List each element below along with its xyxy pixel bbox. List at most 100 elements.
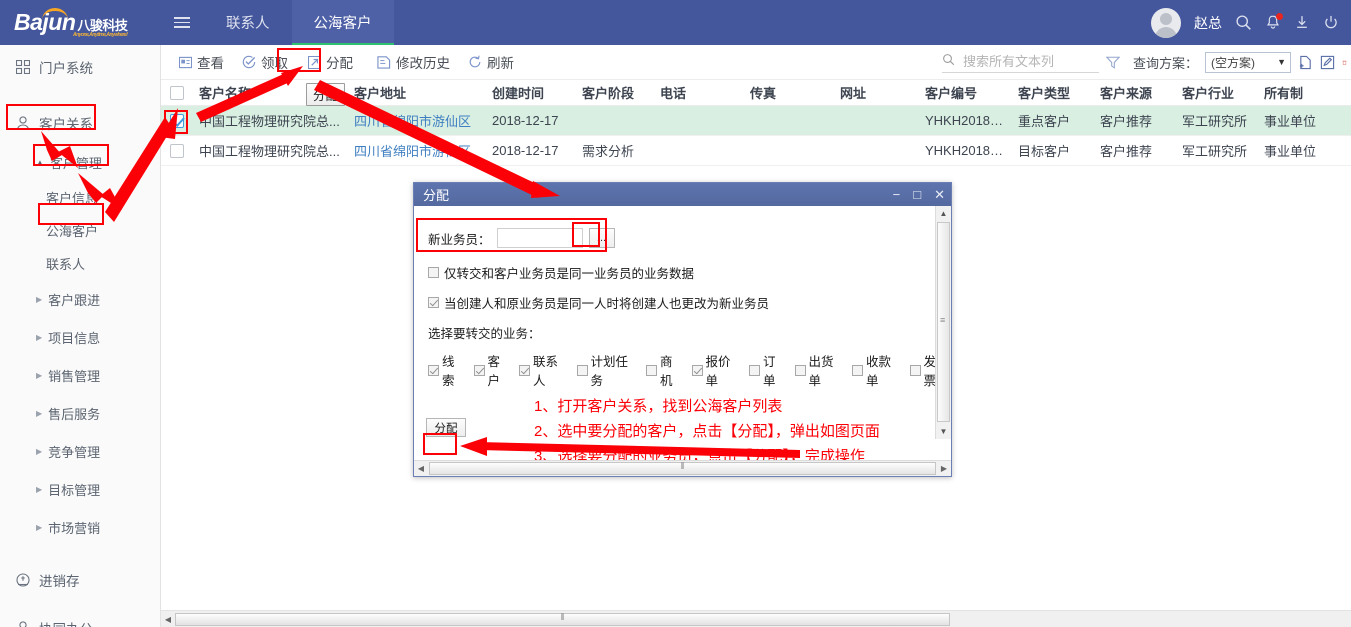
cell-stage: 需求分析 [582,144,635,159]
new-salesperson-picker-button[interactable]: ... [588,228,615,248]
app-logo[interactable]: Bajun 八骏科技 Anyone,Anytime,Anywhere! [0,0,160,45]
scroll-left-arrow[interactable]: ◀ [414,464,428,473]
download-icon[interactable] [1294,14,1310,31]
sidebar-item-after-sales[interactable]: ▶ 售后服务 [0,394,160,432]
sidebar-item-marketing[interactable]: ▶ 市场营销 [0,508,160,546]
checkbox[interactable] [428,364,439,376]
sidebar-item-public-sea-customers[interactable]: 公海客户 [0,214,160,247]
scroll-thumb[interactable] [175,612,950,626]
checkbox[interactable] [852,364,864,376]
cell-address[interactable]: 四川省绵阳市游仙区 [348,111,486,130]
row-checkbox[interactable] [161,143,193,158]
tab-public-sea-customers[interactable]: 公海客户 [291,0,394,45]
sidebar-item-sales-management[interactable]: ▶ 销售管理 [0,356,160,394]
checkbox[interactable] [519,364,530,376]
claim-button[interactable]: 领取 [233,49,297,75]
sidebar-item-label-customer-info: 客户信息 [46,191,99,206]
checkbox[interactable] [794,364,806,376]
search-box[interactable] [941,51,1099,73]
dialog-horizontal-scrollbar[interactable]: ◀ ▶ [414,460,951,476]
biz-item-customers[interactable]: 客户 [473,351,512,389]
col-header-stage[interactable]: 客户阶段 [576,83,654,102]
assign-button[interactable]: 分配 [299,49,362,75]
scroll-down-arrow[interactable]: ▼ [936,424,951,439]
biz-item-opportunities[interactable]: 商机 [646,351,684,389]
scroll-track[interactable] [175,611,1351,627]
checkbox[interactable] [646,364,658,376]
view-button[interactable]: 查看 [170,49,233,75]
option-transfer-same-owner[interactable]: 仅转交和客户业务员是同一业务员的业务数据 [428,263,951,282]
minimize-icon[interactable]: − [893,188,901,201]
col-header-code[interactable]: 客户编号 [919,83,1012,102]
refresh-button[interactable]: 刷新 [459,49,523,75]
col-header-address[interactable]: 客户地址 [348,83,486,102]
new-salesperson-input[interactable] [496,228,583,248]
sidebar-item-inventory[interactable]: 进销存 [0,560,160,600]
col-header-industry[interactable]: 客户行业 [1176,83,1258,102]
hamburger-icon[interactable] [160,0,204,45]
dialog-vertical-scrollbar[interactable]: ▲ ▼ [935,206,951,439]
col-header-type[interactable]: 客户类型 [1012,83,1094,102]
table-row[interactable]: 中国工程物理研究院总... 四川省绵阳市游仙区 2018-12-17 YHKH2… [161,106,1351,136]
biz-item-shipments[interactable]: 出货单 [794,351,845,389]
sidebar-item-customer-followup[interactable]: ▶ 客户跟进 [0,280,160,318]
checkbox[interactable] [473,364,485,376]
grid-horizontal-scrollbar[interactable]: ◀ [161,610,1351,627]
sidebar-item-project-info[interactable]: ▶ 项目信息 [0,318,160,356]
maximize-icon[interactable]: □ [913,188,921,201]
scroll-right-arrow[interactable]: ▶ [937,464,951,473]
sidebar-item-customer-management[interactable]: ▲ 客户管理 [0,143,160,181]
col-header-website[interactable]: 网址 [834,83,919,102]
biz-item-receipts[interactable]: 收款单 [852,351,902,389]
new-scheme-icon[interactable] [1298,55,1313,70]
select-all-checkbox[interactable] [161,85,193,100]
user-name[interactable]: 赵总 [1194,13,1222,33]
biz-item-plan-tasks[interactable]: 计划任务 [576,351,639,389]
checkbox[interactable] [749,364,761,376]
scroll-left-arrow[interactable]: ◀ [161,615,175,624]
col-header-fax[interactable]: 传真 [744,83,834,102]
power-icon[interactable] [1323,14,1339,31]
delete-scheme-icon[interactable] [1342,55,1347,70]
edit-scheme-icon[interactable] [1320,55,1335,70]
scroll-up-arrow[interactable]: ▲ [936,206,951,221]
scroll-thumb[interactable] [937,222,950,422]
sidebar-item-competition[interactable]: ▶ 竞争管理 [0,432,160,470]
checkbox[interactable] [691,364,703,376]
sidebar-item-contacts[interactable]: 联系人 [0,247,160,280]
biz-item-orders[interactable]: 订单 [749,351,787,389]
col-header-created[interactable]: 创建时间 [486,83,576,102]
scroll-thumb[interactable] [429,462,936,475]
checkbox[interactable] [909,364,921,376]
checkbox[interactable] [428,297,439,308]
tab-contacts[interactable]: 联系人 [204,0,292,45]
dialog-title-bar[interactable]: 分配 − □ ✕ [414,183,951,206]
table-row[interactable]: 中国工程物理研究院总... 四川省绵阳市游仙区 2018-12-17 需求分析 … [161,136,1351,166]
search-icon[interactable] [1235,14,1252,31]
close-icon[interactable]: ✕ [934,188,945,201]
funnel-icon[interactable] [1105,56,1120,69]
option-change-creator[interactable]: 当创建人和原业务员是同一人时将创建人也更改为新业务员 [428,293,951,312]
col-header-source[interactable]: 客户来源 [1094,83,1176,102]
query-scheme-select[interactable]: (空方案) ▼ [1205,51,1291,73]
biz-item-contacts[interactable]: 联系人 [519,351,569,389]
biz-item-leads[interactable]: 线索 [428,351,466,389]
col-header-phone[interactable]: 电话 [654,83,744,102]
sidebar-item-customer-info[interactable]: 客户信息 [0,181,160,214]
search-area: 查询方案： (空方案) ▼ [941,51,1351,73]
avatar[interactable] [1151,7,1181,38]
sidebar-item-customer-relations[interactable]: 客户关系 [0,103,160,143]
dialog-assign-button[interactable]: 分配 [426,418,466,437]
bell-icon[interactable] [1265,13,1283,31]
modify-history-button[interactable]: 修改历史 [368,49,459,75]
checkbox[interactable] [428,267,439,278]
cell-address[interactable]: 四川省绵阳市游仙区 [348,141,486,160]
sidebar-item-collaboration[interactable]: 协同办公 [0,608,160,627]
sidebar-item-portal[interactable]: 门户系统 [0,45,160,89]
checkbox[interactable] [576,364,588,376]
row-checkbox[interactable] [161,113,193,128]
sidebar-item-target-management[interactable]: ▶ 目标管理 [0,470,160,508]
biz-item-quotations[interactable]: 报价单 [691,351,742,389]
search-input[interactable] [960,53,1091,70]
col-header-ownership[interactable]: 所有制 [1258,83,1340,102]
